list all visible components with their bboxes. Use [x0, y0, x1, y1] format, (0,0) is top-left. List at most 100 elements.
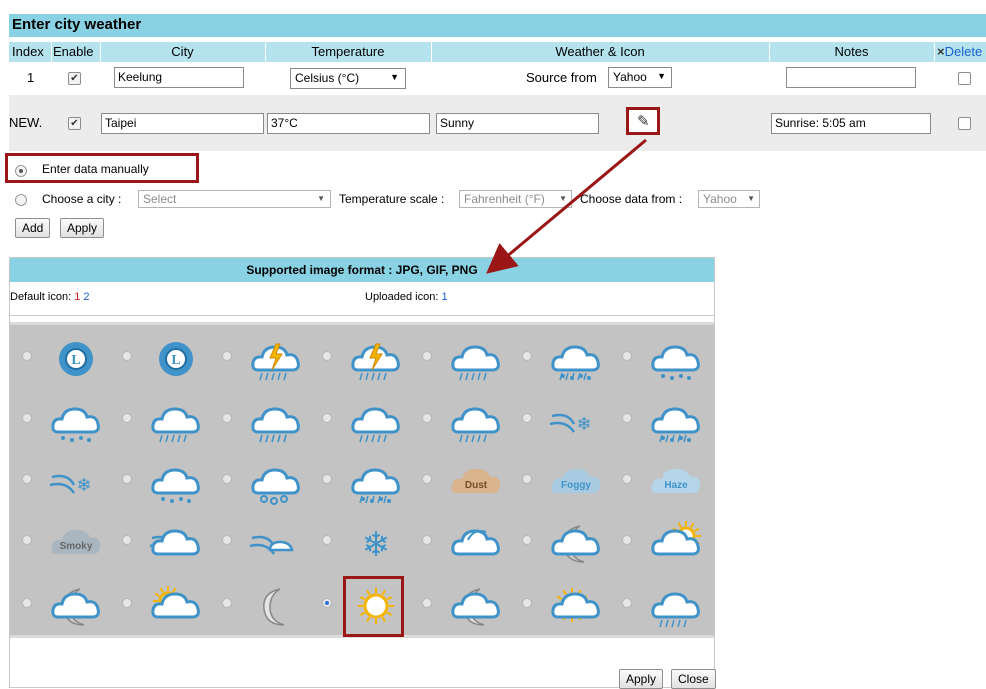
fair-day-icon[interactable]	[548, 583, 604, 629]
temperature-input[interactable]: 37°C	[267, 113, 430, 134]
rain-snow-icon[interactable]	[448, 336, 504, 382]
icon-radio[interactable]	[222, 351, 232, 361]
hail-icon[interactable]	[248, 459, 304, 505]
mostly-cloudy-day-icon[interactable]	[648, 520, 704, 566]
heavy-rain-icon[interactable]	[248, 398, 304, 444]
icon-radio[interactable]	[522, 413, 532, 423]
enable-checkbox[interactable]: ✔	[68, 72, 81, 85]
snow-rain-icon[interactable]	[648, 336, 704, 382]
blustery-icon[interactable]	[248, 520, 304, 566]
icon-picker-panel: Supported image format : JPG, GIF, PNG D…	[9, 257, 716, 689]
hurricane-alt-icon[interactable]: L	[148, 336, 204, 382]
partly-cloudy-day-icon[interactable]	[148, 583, 204, 629]
icon-radio[interactable]	[122, 474, 132, 484]
thunder-rain-icon[interactable]	[348, 336, 404, 382]
cold-icon[interactable]: ❄	[348, 520, 404, 566]
icon-radio[interactable]	[222, 598, 232, 608]
icon-radio[interactable]	[522, 535, 532, 545]
windy-snow-icon[interactable]: ❄	[48, 459, 104, 505]
sleet-icon[interactable]	[548, 336, 604, 382]
haze-icon[interactable]: Haze	[648, 459, 704, 505]
clear-night-icon[interactable]	[248, 583, 304, 629]
default-icon-page-2[interactable]: 2	[83, 291, 89, 303]
snow-icon[interactable]	[148, 459, 204, 505]
icon-radio[interactable]	[522, 598, 532, 608]
icon-radio[interactable]	[22, 413, 32, 423]
mostly-cloudy-night-icon[interactable]	[548, 520, 604, 566]
icon-radio[interactable]	[622, 474, 632, 484]
icon-radio[interactable]	[322, 474, 332, 484]
choose-city-radio[interactable]	[15, 194, 27, 206]
uploaded-icon-page-1[interactable]: 1	[441, 291, 447, 303]
icon-radio[interactable]	[322, 351, 332, 361]
snow-showers-icon[interactable]	[648, 398, 704, 444]
icon-radio[interactable]	[622, 535, 632, 545]
notes-input[interactable]: Sunrise: 5:05 am	[771, 113, 931, 134]
temperature-unit-select[interactable]: Celsius (°C) ▼	[290, 68, 406, 89]
icon-radio[interactable]	[122, 535, 132, 545]
icon-radio[interactable]	[122, 413, 132, 423]
dust-icon[interactable]: Dust	[448, 459, 504, 505]
icon-radio[interactable]	[422, 413, 432, 423]
icon-radio[interactable]	[322, 413, 332, 423]
icon-radio[interactable]	[622, 598, 632, 608]
enable-checkbox[interactable]: ✔	[68, 117, 81, 130]
panel-apply-button[interactable]: Apply	[619, 669, 664, 689]
light-rain-icon[interactable]	[148, 398, 204, 444]
fair-night-icon[interactable]	[448, 583, 504, 629]
mixed-rain-icon[interactable]	[648, 583, 704, 629]
icon-radio[interactable]	[22, 535, 32, 545]
showers-icon[interactable]	[348, 398, 404, 444]
icon-radio[interactable]	[222, 474, 232, 484]
icon-radio[interactable]	[622, 413, 632, 423]
notes-input[interactable]	[786, 67, 916, 88]
city-select[interactable]: Select ▼	[138, 190, 331, 208]
default-icon-page-1[interactable]: 1	[74, 291, 80, 303]
partly-cloudy-night-icon[interactable]	[48, 583, 104, 629]
temp-scale-select[interactable]: Fahrenheit (°F) ▼	[459, 190, 572, 208]
add-button[interactable]: Add	[15, 218, 51, 238]
manual-entry-radio[interactable]	[15, 165, 27, 177]
row-index: NEW.	[9, 115, 43, 130]
icon-radio[interactable]	[522, 474, 532, 484]
rain-icon[interactable]	[448, 398, 504, 444]
icon-radio[interactable]	[622, 351, 632, 361]
smoky-icon[interactable]: Smoky	[48, 520, 104, 566]
icon-radio[interactable]	[122, 598, 132, 608]
delete-all-link[interactable]: ×Delete	[937, 44, 982, 59]
icon-radio[interactable]	[322, 598, 332, 608]
icon-radio[interactable]	[422, 351, 432, 361]
data-from-select[interactable]: Yahoo ▼	[698, 190, 760, 208]
drizzle-icon[interactable]	[48, 398, 104, 444]
panel-close-button[interactable]: Close	[671, 669, 716, 689]
icon-radio[interactable]	[22, 351, 32, 361]
data-from-value: Yahoo	[703, 192, 737, 206]
icon-radio[interactable]	[422, 598, 432, 608]
cloudy-icon[interactable]	[448, 520, 504, 566]
delete-checkbox[interactable]	[958, 72, 971, 85]
icon-radio[interactable]	[322, 535, 332, 545]
icon-radio[interactable]	[422, 535, 432, 545]
blowing-snow-icon[interactable]: ❄	[548, 398, 604, 444]
icon-radio[interactable]	[222, 535, 232, 545]
source-select[interactable]: Yahoo ▼	[608, 67, 672, 88]
freezing-rain-icon[interactable]	[348, 459, 404, 505]
icon-radio[interactable]	[22, 474, 32, 484]
delete-checkbox[interactable]	[958, 117, 971, 130]
icon-radio[interactable]	[22, 598, 32, 608]
apply-button[interactable]: Apply	[60, 218, 105, 238]
thunderstorm-icon[interactable]	[248, 336, 304, 382]
icon-radio[interactable]	[522, 351, 532, 361]
col-notes: Notes	[834, 44, 869, 59]
edit-icon-button[interactable]: ✎	[626, 107, 660, 135]
hurricane-icon[interactable]: L	[48, 336, 104, 382]
icon-radio[interactable]	[422, 474, 432, 484]
city-input[interactable]: Keelung	[114, 67, 244, 88]
foggy-icon[interactable]: Foggy	[548, 459, 604, 505]
windy-icon[interactable]	[148, 520, 204, 566]
city-input[interactable]: Taipei	[101, 113, 264, 134]
section-title: Enter city weather	[12, 16, 142, 33]
icon-radio[interactable]	[222, 413, 232, 423]
icon-radio[interactable]	[122, 351, 132, 361]
weather-input[interactable]: Sunny	[436, 113, 599, 134]
